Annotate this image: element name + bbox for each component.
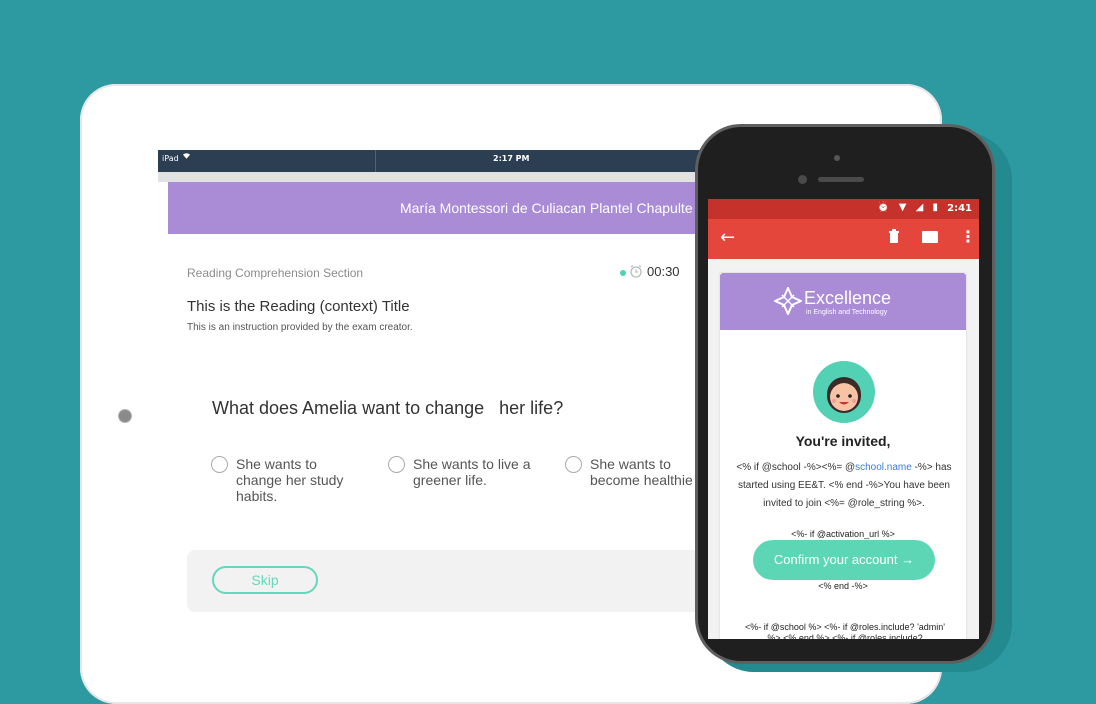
mail-icon[interactable] [922, 231, 938, 243]
more-vert-icon[interactable]: ⋮ [960, 227, 976, 246]
roles-template: <%- if @school %> <%- if @roles.include?… [744, 622, 946, 639]
front-camera [798, 175, 807, 184]
tablet-screen: iPad 2:17 PM María Montessori de Culiaca… [158, 150, 718, 650]
tablet-status-bar: iPad 2:17 PM [158, 150, 718, 172]
avatar [813, 361, 875, 423]
radio-button[interactable] [211, 456, 228, 473]
trash-icon[interactable] [888, 229, 900, 247]
phone-status-bar: ⏰ ▼ ◢ ▮ 2:41 [708, 199, 979, 219]
answer-option-label: She wants to change her study habits. [236, 456, 344, 504]
device-label: iPad [162, 154, 179, 163]
radio-button[interactable] [565, 456, 582, 473]
answer-option[interactable]: She wants to change her study habits. [211, 456, 354, 504]
activation-if-template: <%- if @activation_url %> [791, 529, 895, 539]
back-arrow-icon[interactable]: ← [720, 227, 735, 248]
answer-option[interactable]: She wants to become healthie [565, 456, 708, 488]
activation-end-template: <% end -%> [818, 581, 868, 591]
excellence-logo-icon [772, 285, 804, 320]
question-text: What does Amelia want to change her life… [212, 398, 564, 418]
confirm-account-button[interactable]: Confirm your account → [753, 540, 935, 580]
school-name-link[interactable]: school.name [855, 462, 912, 473]
brand-name: Excellence [804, 288, 892, 308]
timer: 00:30 [620, 264, 680, 281]
wifi-icon [182, 152, 191, 163]
question-footer: Skip [187, 550, 718, 612]
invite-message: <% if @school -%><%= @school.name -%> ha… [728, 459, 960, 513]
skip-button[interactable]: Skip [212, 566, 318, 594]
reading-title: This is the Reading (context) Title [187, 298, 410, 315]
tablet-home-button[interactable] [118, 409, 132, 423]
status-time: 2:17 PM [493, 154, 530, 163]
email-card: Excellence in English and Technology You… [720, 273, 966, 639]
phone-status-time: 2:41 [947, 203, 972, 214]
phone-screen: ⏰ ▼ ◢ ▮ 2:41 ← ⋮ Excellence in English a… [708, 199, 979, 639]
timer-status-dot [620, 269, 626, 276]
school-header: María Montessori de Culiacan Plantel Cha… [168, 182, 718, 234]
invite-heading: You're invited, [795, 433, 891, 449]
radio-button[interactable] [388, 456, 405, 473]
status-strip [158, 172, 718, 182]
timer-value: 00:30 [647, 264, 680, 279]
alarm-clock-icon [629, 264, 643, 281]
earpiece-speaker [818, 177, 864, 182]
instruction-text: This is an instruction provided by the e… [187, 322, 413, 333]
answer-option-label: She wants to live a greener life. [413, 456, 531, 488]
answer-option[interactable]: She wants to live a greener life. [388, 456, 531, 488]
answer-option-label: She wants to become healthie [590, 456, 693, 488]
status-divider [375, 150, 376, 172]
front-sensor [834, 155, 840, 161]
status-icons: ⏰ ▼ ◢ ▮ [877, 202, 941, 213]
email-body: Excellence in English and Technology You… [708, 259, 979, 639]
mail-toolbar: ← ⋮ [708, 219, 979, 259]
exam-content: Reading Comprehension Section 00:30 This… [168, 234, 718, 650]
brand-tagline: in English and Technology [806, 309, 888, 316]
brand-banner: Excellence in English and Technology [720, 273, 966, 330]
section-label: Reading Comprehension Section [187, 266, 364, 280]
invite-message-part: <% if @school -%><%= @ [736, 462, 856, 473]
school-name: María Montessori de Culiacan Plantel Cha… [400, 200, 693, 216]
